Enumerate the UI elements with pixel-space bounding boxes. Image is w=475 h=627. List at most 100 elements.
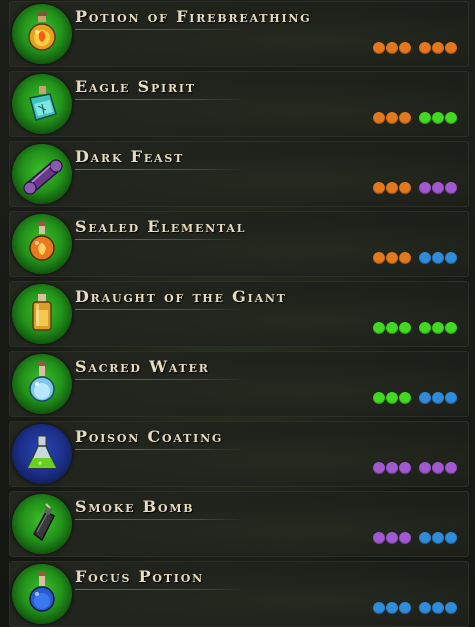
ingredient-group-green	[419, 322, 457, 334]
ingredient-group-blue	[419, 252, 457, 264]
eagle-spirit-bottle-icon	[29, 86, 57, 121]
ingredient-costs	[373, 182, 457, 194]
green-pip	[386, 392, 398, 404]
sacred-water-flask-icon	[29, 362, 55, 402]
ingredient-costs	[373, 532, 457, 544]
name-divider	[75, 29, 245, 30]
ingredient-costs	[373, 392, 457, 404]
name-divider	[75, 379, 245, 380]
recipe-row-draught-of-the-giant[interactable]: Draught of the Giant	[9, 281, 469, 347]
recipe-row-potion-of-firebreathing[interactable]: Potion of Firebreathing	[9, 1, 469, 67]
recipe-badge	[12, 494, 72, 554]
orange-pip	[373, 252, 385, 264]
orange-pip	[373, 112, 385, 124]
ingredient-group-blue	[373, 602, 411, 614]
purple-pip	[386, 532, 398, 544]
blue-pip	[432, 532, 444, 544]
ingredient-group-blue	[419, 532, 457, 544]
green-pip	[432, 112, 444, 124]
recipe-badge	[12, 4, 72, 64]
purple-pip	[373, 532, 385, 544]
recipe-badge	[12, 214, 72, 274]
green-pip	[419, 322, 431, 334]
purple-pip	[419, 462, 431, 474]
recipe-row-smoke-bomb[interactable]: Smoke Bomb	[9, 491, 469, 557]
orange-pip	[399, 42, 411, 54]
ingredient-costs	[373, 42, 457, 54]
smoke-bomb-icon	[33, 503, 56, 542]
dark-feast-scroll-icon	[23, 159, 63, 195]
recipe-name: Smoke Bomb	[75, 497, 195, 516]
purple-pip	[419, 182, 431, 194]
purple-pip	[432, 182, 444, 194]
name-divider	[75, 99, 245, 100]
green-pip	[399, 392, 411, 404]
green-pip	[432, 322, 444, 334]
purple-pip	[399, 532, 411, 544]
recipe-name: Focus Potion	[75, 567, 204, 586]
green-pip	[445, 112, 457, 124]
green-pip	[419, 112, 431, 124]
orange-pip	[373, 42, 385, 54]
blue-pip	[399, 602, 411, 614]
blue-pip	[445, 602, 457, 614]
orange-pip	[432, 42, 444, 54]
recipe-name: Poison Coating	[75, 427, 224, 446]
ingredient-group-green	[373, 322, 411, 334]
recipe-badge	[12, 74, 72, 134]
ingredient-group-purple	[373, 532, 411, 544]
green-pip	[399, 322, 411, 334]
recipe-name: Potion of Firebreathing	[75, 7, 312, 26]
poison-flask-icon	[26, 435, 58, 469]
purple-pip	[399, 462, 411, 474]
recipe-badge	[12, 354, 72, 414]
recipe-row-sealed-elemental[interactable]: Sealed Elemental	[9, 211, 469, 277]
recipe-list: Potion of Firebreathing Eagle Spirit Dar…	[0, 0, 475, 627]
recipe-row-dark-feast[interactable]: Dark Feast	[9, 141, 469, 207]
orange-pip	[445, 42, 457, 54]
recipe-row-eagle-spirit[interactable]: Eagle Spirit	[9, 71, 469, 137]
ingredient-group-blue	[419, 392, 457, 404]
blue-pip	[419, 532, 431, 544]
purple-pip	[432, 462, 444, 474]
green-pip	[445, 322, 457, 334]
ingredient-group-purple	[419, 462, 457, 474]
recipe-name: Eagle Spirit	[75, 77, 196, 96]
orange-pip	[373, 182, 385, 194]
giant-draught-bottle-icon	[32, 294, 52, 331]
recipe-row-sacred-water[interactable]: Sacred Water	[9, 351, 469, 417]
fire-potion-icon	[28, 12, 56, 51]
green-pip	[373, 392, 385, 404]
blue-pip	[386, 602, 398, 614]
orange-pip	[386, 42, 398, 54]
ingredient-group-blue	[419, 602, 457, 614]
purple-pip	[386, 462, 398, 474]
recipe-name: Dark Feast	[75, 147, 185, 166]
blue-pip	[432, 392, 444, 404]
ingredient-group-green	[419, 112, 457, 124]
blue-pip	[419, 602, 431, 614]
ingredient-group-orange	[373, 252, 411, 264]
recipe-name: Sealed Elemental	[75, 217, 247, 236]
ingredient-group-purple	[419, 182, 457, 194]
recipe-row-poison-coating[interactable]: Poison Coating	[9, 421, 469, 487]
orange-pip	[399, 112, 411, 124]
green-pip	[386, 322, 398, 334]
orange-pip	[399, 182, 411, 194]
ingredient-group-orange	[373, 42, 411, 54]
ingredient-group-orange	[373, 182, 411, 194]
recipe-row-focus-potion[interactable]: Focus Potion	[9, 561, 469, 627]
name-divider	[75, 589, 245, 590]
ingredient-costs	[373, 462, 457, 474]
recipe-badge	[12, 424, 72, 484]
purple-pip	[445, 182, 457, 194]
blue-pip	[445, 532, 457, 544]
recipe-name: Sacred Water	[75, 357, 210, 376]
name-divider	[75, 169, 245, 170]
orange-pip	[386, 112, 398, 124]
name-divider	[75, 519, 245, 520]
blue-pip	[445, 392, 457, 404]
ingredient-costs	[373, 112, 457, 124]
blue-pip	[419, 252, 431, 264]
recipe-badge	[12, 284, 72, 344]
